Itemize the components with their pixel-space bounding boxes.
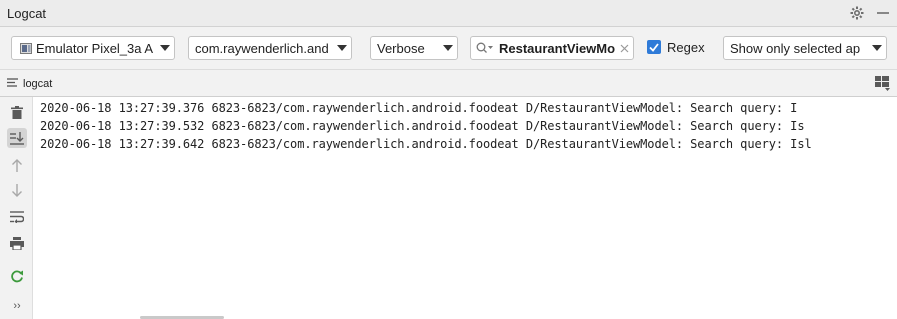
trash-icon[interactable]	[7, 102, 27, 122]
tab-logcat-label: logcat	[23, 77, 53, 90]
log-level-dropdown[interactable]: Verbose	[370, 36, 458, 60]
chevron-down-icon	[333, 45, 351, 51]
chevron-down-icon	[868, 45, 886, 51]
down-arrow-icon[interactable]	[7, 180, 27, 200]
logcat-tab-icon	[7, 77, 18, 90]
print-icon[interactable]	[7, 233, 27, 253]
soft-wrap-icon[interactable]	[7, 207, 27, 227]
search-field[interactable]: RestaurantViewMo	[470, 36, 634, 60]
log-level-value: Verbose	[377, 40, 425, 56]
regex-checkbox[interactable]	[647, 40, 661, 54]
log-line: 2020-06-18 13:27:39.532 6823-6823/com.ra…	[40, 119, 805, 133]
logcat-toolbar: Emulator Pixel_3a A com.raywenderlich.an…	[0, 27, 897, 70]
minimize-icon[interactable]	[875, 5, 891, 21]
tab-bar: logcat	[0, 70, 897, 97]
process-dropdown-value: com.raywenderlich.and	[195, 40, 329, 56]
checkbox-checked-icon	[649, 42, 659, 52]
more-actions-button[interactable]: ››	[7, 296, 27, 316]
log-line: 2020-06-18 13:27:39.642 6823-6823/com.ra…	[40, 137, 812, 151]
clear-icon[interactable]	[615, 44, 633, 53]
restart-icon[interactable]	[7, 266, 27, 286]
tab-logcat[interactable]: logcat	[7, 70, 58, 97]
log-output[interactable]: 2020-06-18 13:27:39.376 6823-6823/com.ra…	[33, 97, 897, 319]
log-line: 2020-06-18 13:27:39.376 6823-6823/com.ra…	[40, 101, 798, 115]
search-icon[interactable]	[471, 42, 499, 54]
device-icon	[12, 42, 32, 54]
logcat-side-toolbar: ››	[0, 97, 33, 319]
device-dropdown[interactable]: Emulator Pixel_3a A	[11, 36, 175, 60]
gear-icon[interactable]	[849, 5, 865, 21]
search-input[interactable]: RestaurantViewMo	[499, 41, 615, 56]
regex-label[interactable]: Regex	[667, 40, 705, 55]
layout-icon[interactable]	[875, 76, 891, 94]
chevron-down-icon	[439, 45, 457, 51]
panel-titlebar: Logcat	[0, 0, 897, 27]
panel-title: Logcat	[7, 6, 47, 21]
up-arrow-icon[interactable]	[7, 155, 27, 175]
filter-dropdown-value: Show only selected ap	[730, 40, 861, 56]
filter-dropdown[interactable]: Show only selected ap	[723, 36, 887, 60]
device-dropdown-value: Emulator Pixel_3a A	[36, 40, 154, 56]
process-dropdown[interactable]: com.raywenderlich.and	[188, 36, 352, 60]
chevron-down-icon	[156, 45, 174, 51]
scroll-to-end-icon[interactable]	[7, 128, 27, 148]
